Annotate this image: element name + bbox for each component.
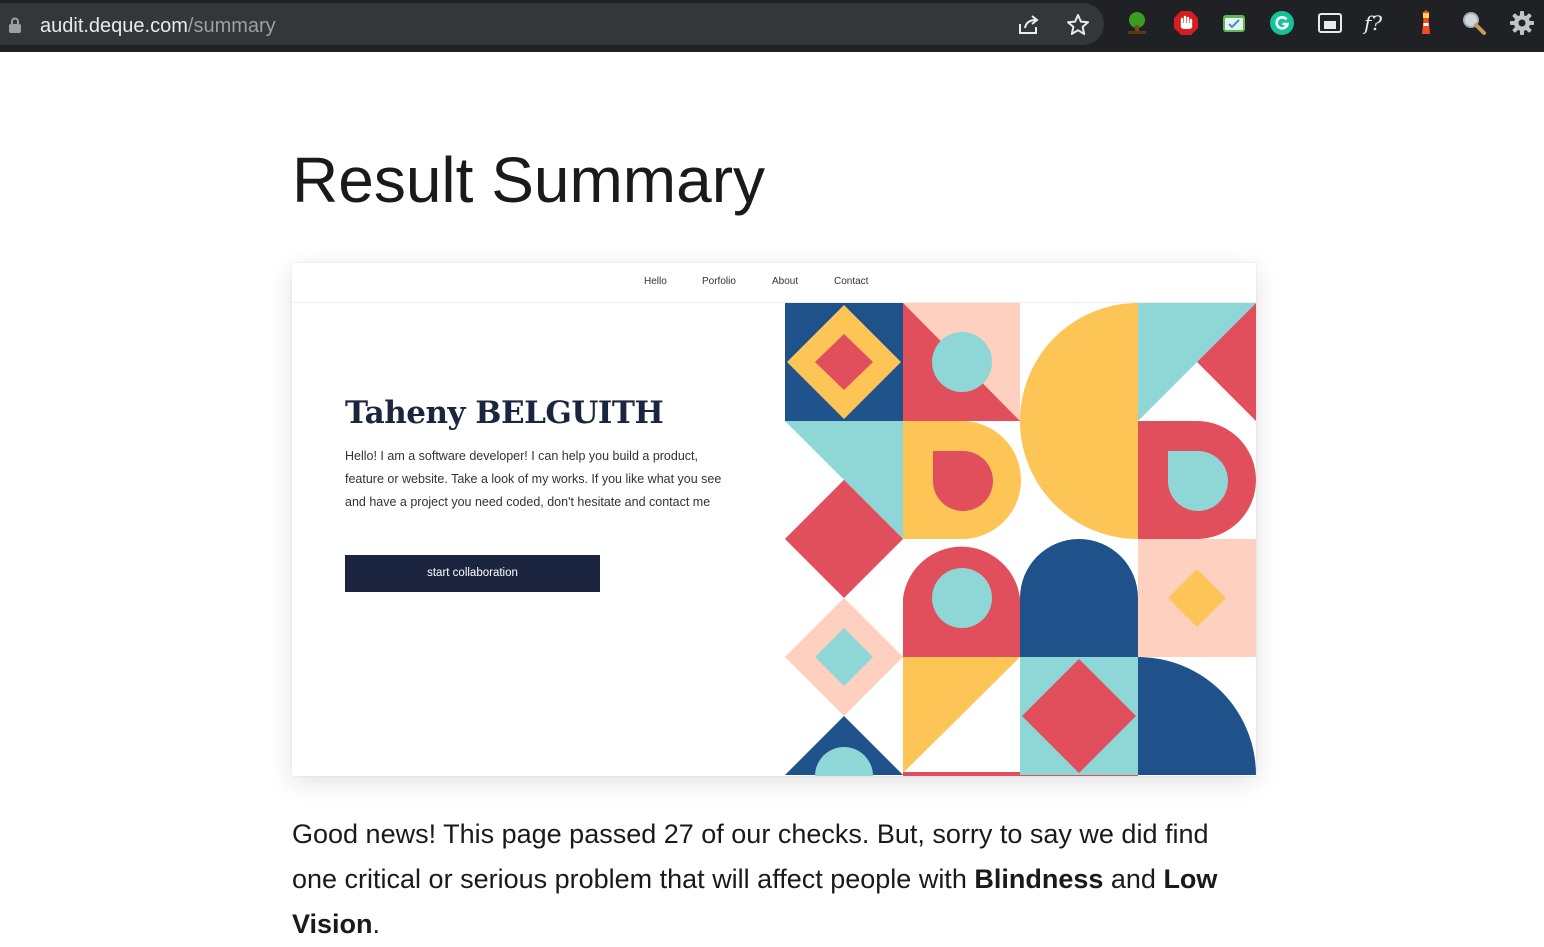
magnifier-icon[interactable] (1461, 10, 1487, 36)
browser-toolbar: audit.deque.com/summary f? (0, 0, 1544, 52)
impact-blindness: Blindness (974, 864, 1104, 894)
url-text[interactable]: audit.deque.com/summary (40, 14, 276, 38)
page-title: Result Summary (292, 144, 765, 216)
summary-and: and (1103, 864, 1164, 894)
stop-hand-extension-icon[interactable] (1173, 10, 1199, 36)
preview-nav-hello: Hello (644, 276, 667, 287)
preview-name-heading: Taheny BELGUITH (345, 395, 664, 431)
gear-icon[interactable] (1509, 10, 1535, 36)
picture-in-picture-icon[interactable] (1317, 10, 1343, 36)
preview-bio: Hello! I am a software developer! I can … (345, 449, 722, 509)
font-finder-icon[interactable]: f? (1364, 10, 1390, 36)
grammarly-icon[interactable] (1269, 10, 1295, 36)
lighthouse-icon[interactable] (1413, 10, 1439, 36)
preview-nav: Hello Porfolio About Contact (292, 263, 1256, 303)
summary-period: . (372, 909, 381, 939)
tree-extension-icon[interactable] (1124, 10, 1150, 36)
preview-nav-about: About (772, 276, 799, 287)
preview-collaboration-button: start collaboration (345, 555, 600, 592)
page-screenshot-preview: Hello Porfolio About Contact Taheny BELG… (292, 263, 1256, 776)
geometric-artwork (785, 303, 1256, 776)
share-icon[interactable] (1016, 12, 1042, 38)
mail-check-extension-icon[interactable] (1221, 10, 1247, 36)
preview-nav-portfolio: Porfolio (702, 276, 736, 287)
url-host: audit.deque.com (40, 15, 188, 37)
url-path: /summary (187, 15, 276, 37)
address-bar[interactable]: audit.deque.com/summary (0, 3, 1104, 45)
preview-nav-contact: Contact (834, 276, 869, 287)
result-summary-text: Good news! This page passed 27 of our ch… (292, 812, 1244, 947)
lock-icon[interactable] (8, 17, 22, 33)
bookmark-star-icon[interactable] (1065, 12, 1091, 38)
